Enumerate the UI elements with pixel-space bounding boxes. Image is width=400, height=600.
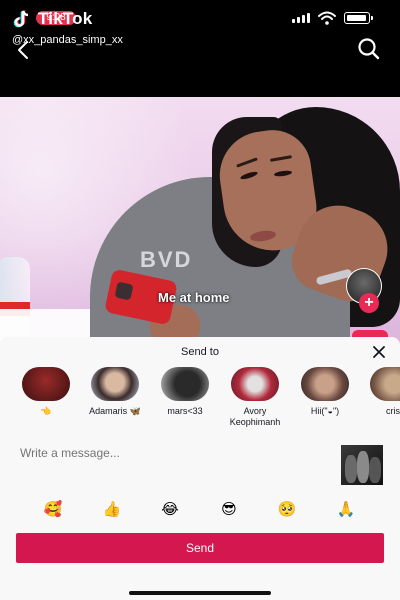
video-player[interactable]: BVD [0,97,400,347]
emoji-button[interactable]: 👍 [98,497,126,521]
emoji-button[interactable]: 😎 [215,497,243,521]
video-caption: Me at home [158,290,230,305]
quick-emoji-row: 🥰 👍 😂 😎 🥺 🙏 [0,497,400,521]
message-input[interactable] [20,443,320,463]
contact-name: Hii("◒") [310,406,340,416]
send-button[interactable]: Send [16,533,384,563]
contact-name: Avory Keophimanh [229,406,281,427]
close-icon[interactable] [371,344,387,360]
contact-name: cris [386,406,400,416]
avatar [22,367,70,401]
sheet-title: Send to [181,346,219,358]
tiktok-logo-icon [13,10,29,28]
emoji-button[interactable]: 🙏 [332,497,360,521]
contact-item[interactable]: Hii("◒") [289,367,361,437]
contact-item[interactable]: mars<33 [149,367,221,437]
emoji-button[interactable]: 😂 [156,497,184,521]
contact-item[interactable]: 👈 [10,367,82,437]
emoji-button[interactable]: 🥰 [39,497,67,521]
contact-item[interactable]: Avory Keophimanh [219,367,291,437]
search-icon[interactable] [356,36,382,62]
signal-icon [292,13,312,23]
avatar [301,367,349,401]
plus-icon: + [364,294,374,311]
wifi-icon [318,11,336,25]
contact-item[interactable]: Adamaris 🦋 [79,367,151,437]
contact-item[interactable]: cris [358,367,400,437]
contact-name: mars<33 [167,406,203,416]
avatar [91,367,139,401]
avatar [161,367,209,401]
share-sheet: Send to 👈 Adamaris 🦋 mars<33 Avory Keoph… [0,337,400,600]
avatar [231,367,279,401]
contact-name: Adamaris 🦋 [89,406,141,416]
battery-icon [344,12,373,24]
contact-name: 👈 [40,406,52,416]
follow-button[interactable]: + [359,293,379,313]
emoji-button[interactable]: 🥺 [273,497,301,521]
contacts-row: 👈 Adamaris 🦋 mars<33 Avory Keophimanh Hi… [0,367,400,437]
back-icon[interactable] [12,38,36,62]
screen: BVD Me at home + 9:08 TikTok @xx_pandas_… [0,0,400,600]
avatar [370,367,400,401]
home-indicator [129,591,271,595]
phone-camera [114,281,134,301]
tiktok-brand: TikTok [38,9,93,28]
video-thumbnail [341,445,383,485]
